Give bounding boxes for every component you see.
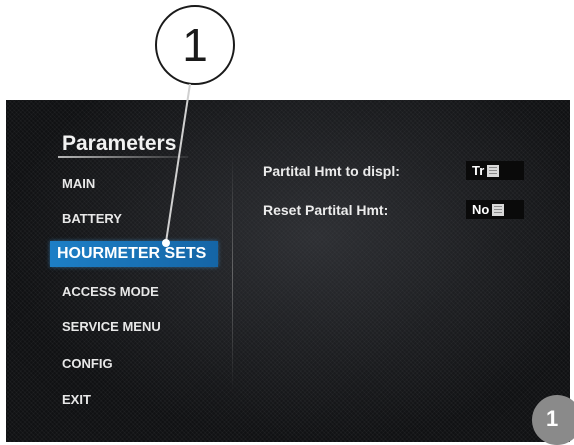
- param-value-partial-hmt-display[interactable]: Tr: [466, 161, 524, 180]
- param-label-reset-partial-hmt: Reset Partital Hmt:: [263, 202, 389, 218]
- param-label-partial-hmt-display: Partital Hmt to displ:: [263, 163, 400, 179]
- title-underline: [58, 156, 188, 158]
- menu-item-config[interactable]: CONFIG: [62, 356, 113, 371]
- callout-bubble: 1: [155, 5, 235, 85]
- figure-badge: 1: [532, 395, 574, 445]
- menu-item-battery[interactable]: BATTERY: [62, 211, 122, 226]
- menu-title: Parameters: [62, 132, 177, 155]
- panel-divider: [232, 152, 233, 392]
- menu-item-access-mode[interactable]: ACCESS MODE: [62, 284, 159, 299]
- param-value-text: No: [472, 202, 490, 217]
- list-icon: [487, 164, 500, 177]
- menu-item-service-menu[interactable]: SERVICE MENU: [62, 319, 161, 334]
- menu-item-main[interactable]: MAIN: [62, 176, 95, 191]
- badge-number: 1: [546, 406, 559, 431]
- menu-item-hourmeter-sets[interactable]: HOURMETER SETS: [50, 241, 218, 267]
- param-value-reset-partial-hmt[interactable]: No: [466, 200, 524, 219]
- device-screen: Parameters MAIN BATTERY HOURMETER SETS A…: [6, 100, 570, 442]
- list-icon: [492, 203, 505, 216]
- callout-number: 1: [182, 19, 208, 71]
- menu-item-exit[interactable]: EXIT: [62, 392, 91, 407]
- param-value-text: Tr: [472, 163, 485, 178]
